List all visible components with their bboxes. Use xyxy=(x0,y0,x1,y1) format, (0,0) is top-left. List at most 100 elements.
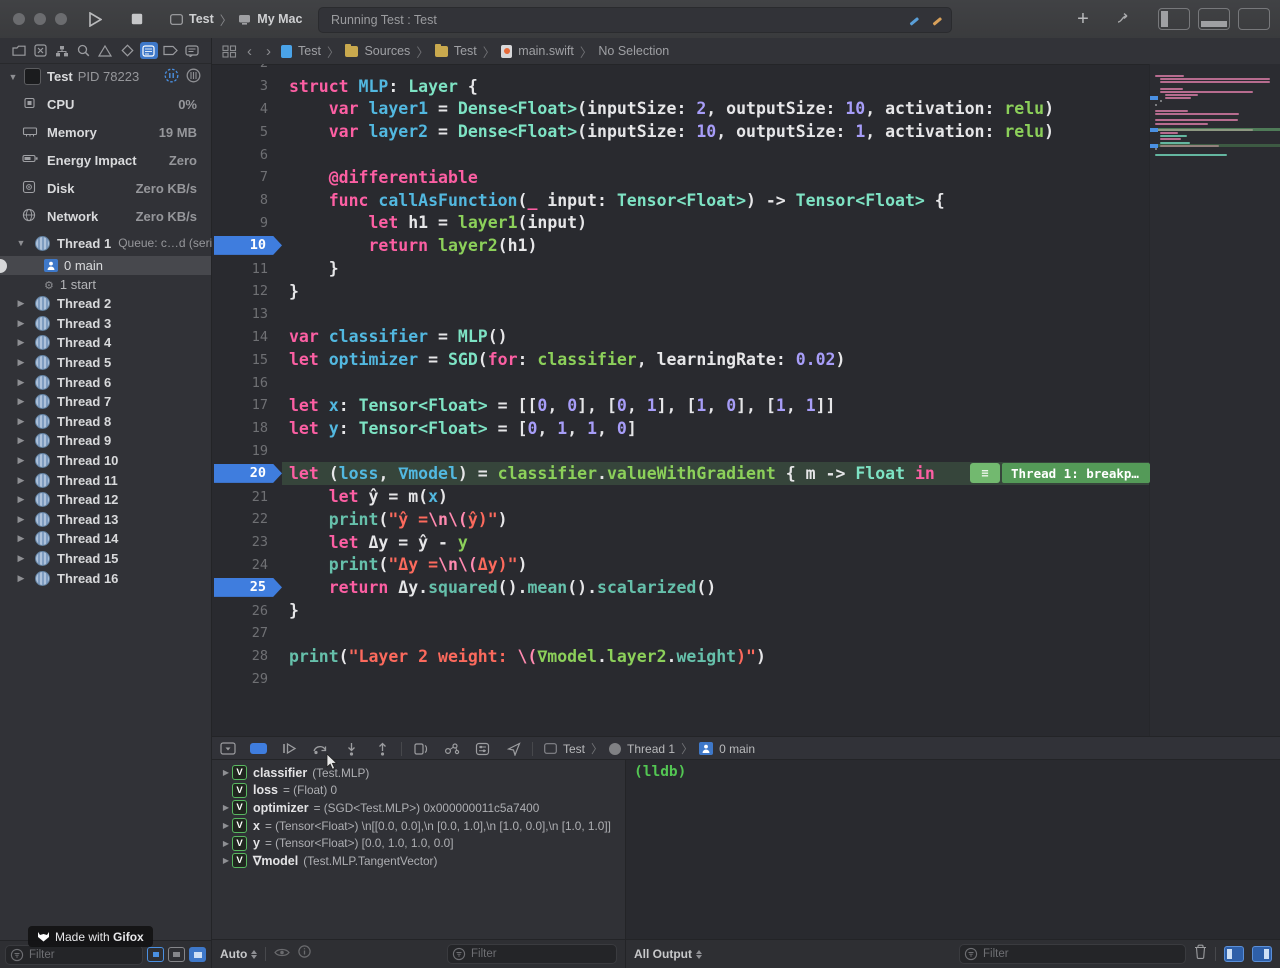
thread-row-12[interactable]: ▶Thread 12 xyxy=(0,490,211,510)
disclosure-closed-icon[interactable]: ▶ xyxy=(14,416,28,427)
editor-mode-icon[interactable] xyxy=(1108,6,1142,32)
line-number[interactable]: 6 xyxy=(212,147,268,163)
disclosure-closed-icon[interactable]: ▶ xyxy=(14,533,28,544)
line-number[interactable]: 18 xyxy=(212,420,268,436)
memory-graph-icon[interactable] xyxy=(436,742,467,755)
info-icon[interactable] xyxy=(298,945,311,963)
simulate-location-icon[interactable] xyxy=(498,742,529,756)
disclosure-open-icon[interactable]: ▼ xyxy=(14,238,28,248)
view-debugger-icon[interactable] xyxy=(405,742,436,756)
thread-row-4[interactable]: ▶Thread 4 xyxy=(0,333,211,353)
line-number[interactable]: 3 xyxy=(212,78,268,94)
disclosure-closed-icon[interactable]: ▶ xyxy=(14,455,28,466)
line-number[interactable]: 7 xyxy=(212,169,268,185)
line-number[interactable]: 28 xyxy=(212,648,268,664)
toggle-navigator-icon[interactable] xyxy=(1158,6,1190,32)
close-window-icon[interactable] xyxy=(13,13,25,25)
thread-row-11[interactable]: ▶Thread 11 xyxy=(0,470,211,490)
breadcrumb-group-sources[interactable]: Sources xyxy=(364,44,410,58)
line-number[interactable]: 21 xyxy=(212,489,268,505)
breadcrumb-selection[interactable]: No Selection xyxy=(598,44,669,58)
variables-filter-input[interactable] xyxy=(469,947,616,961)
console-scope-selector[interactable]: All Output xyxy=(634,947,702,961)
breakpoint-navigator-icon[interactable] xyxy=(161,42,179,59)
code-line-6[interactable]: 6 xyxy=(212,143,1150,166)
breakpoint-badge[interactable]: 25 xyxy=(214,578,282,597)
thread-row-14[interactable]: ▶Thread 14 xyxy=(0,529,211,549)
crumb-thread[interactable]: Thread 1 xyxy=(627,742,675,756)
disclosure-closed-icon[interactable]: ▶ xyxy=(14,573,28,584)
code-line-24[interactable]: 24 print("Δy =\n\(Δy)") xyxy=(212,554,1150,577)
code-line-27[interactable]: 27 xyxy=(212,622,1150,645)
line-number[interactable]: 12 xyxy=(212,283,268,299)
thread-row-8[interactable]: ▶Thread 8 xyxy=(0,412,211,432)
disclosure-closed-icon[interactable]: ▶ xyxy=(220,803,232,812)
thread1-row[interactable]: ▼ Thread 1 Queue: c…d (serial) xyxy=(0,230,211,256)
thread-row-10[interactable]: ▶Thread 10 xyxy=(0,451,211,471)
environment-overrides-icon[interactable] xyxy=(467,742,498,756)
code-area[interactable]: 23struct MLP: Layer {4 var layer1 = Dens… xyxy=(212,64,1150,736)
line-number[interactable]: 24 xyxy=(212,557,268,573)
line-number[interactable]: 22 xyxy=(212,511,268,527)
disclosure-closed-icon[interactable]: ▶ xyxy=(220,821,232,830)
disclosure-closed-icon[interactable]: ▶ xyxy=(220,768,232,777)
thread-row-3[interactable]: ▶Thread 3 xyxy=(0,314,211,334)
run-button[interactable] xyxy=(80,6,110,32)
variable-row-∇model[interactable]: ▶V∇model(Test.MLP.TangentVector) xyxy=(212,852,625,870)
step-into-icon[interactable] xyxy=(336,742,367,756)
line-number[interactable]: 14 xyxy=(212,329,268,345)
breadcrumb-project[interactable]: Test xyxy=(298,44,321,58)
variables-scope-selector[interactable]: Auto xyxy=(220,947,257,961)
line-number[interactable]: 15 xyxy=(212,352,268,368)
line-number[interactable]: 5 xyxy=(212,124,268,140)
line-number[interactable]: 16 xyxy=(212,375,268,391)
code-line-20[interactable]: 20let (loss, ∇model) = classifier.valueW… xyxy=(212,462,1150,485)
navigator-filter-field[interactable] xyxy=(5,945,143,965)
code-line-5[interactable]: 5 var layer2 = Dense<Float>(inputSize: 1… xyxy=(212,120,1150,143)
gauge-row-disk[interactable]: DiskZero KB/s xyxy=(0,174,211,202)
thread-row-6[interactable]: ▶Thread 6 xyxy=(0,372,211,392)
report-navigator-icon[interactable] xyxy=(183,42,201,59)
disclosure-closed-icon[interactable]: ▶ xyxy=(14,318,28,329)
code-line-3[interactable]: 3struct MLP: Layer { xyxy=(212,75,1150,98)
frame-row-0[interactable]: 0 main xyxy=(0,256,211,275)
warning-pencil-icon[interactable] xyxy=(930,14,943,27)
issue-navigator-icon[interactable] xyxy=(96,42,114,59)
line-number[interactable]: 29 xyxy=(212,671,268,687)
minimize-window-icon[interactable] xyxy=(34,13,46,25)
line-number[interactable]: 8 xyxy=(212,192,268,208)
quicklook-eye-icon[interactable] xyxy=(274,945,290,963)
thread-row-13[interactable]: ▶Thread 13 xyxy=(0,510,211,530)
line-number[interactable]: 13 xyxy=(212,306,268,322)
toggle-console-view-icon[interactable] xyxy=(1252,946,1272,962)
toggle-variables-view-icon[interactable] xyxy=(1224,946,1244,962)
variable-row-y[interactable]: ▶Vy= (Tensor<Float>) [0.0, 1.0, 1.0, 0.0… xyxy=(212,834,625,852)
code-line-16[interactable]: 16 xyxy=(212,371,1150,394)
line-number[interactable]: 9 xyxy=(212,215,268,231)
clear-console-icon[interactable] xyxy=(1194,944,1207,964)
crumb-frame[interactable]: 0 main xyxy=(719,742,755,756)
breakpoint-annotation[interactable]: ≡Thread 1: breakp… xyxy=(970,463,1150,483)
code-line-28[interactable]: 28print("Layer 2 weight: \(∇model.layer2… xyxy=(212,645,1150,668)
disclosure-closed-icon[interactable]: ▶ xyxy=(14,396,28,407)
symbol-navigator-icon[interactable] xyxy=(53,42,71,59)
variable-row-x[interactable]: ▶Vx= (Tensor<Float>) \n[[0.0, 0.0],\n [0… xyxy=(212,817,625,835)
frame-row-1[interactable]: ⚙1 start xyxy=(0,275,211,294)
code-line-2[interactable]: 2 xyxy=(212,64,1150,75)
thread-row-7[interactable]: ▶Thread 7 xyxy=(0,392,211,412)
variable-row-classifier[interactable]: ▶Vclassifier(Test.MLP) xyxy=(212,764,625,782)
thread-row-5[interactable]: ▶Thread 5 xyxy=(0,353,211,373)
thread-row-16[interactable]: ▶Thread 16 xyxy=(0,568,211,588)
issue-pencil-icon[interactable] xyxy=(907,14,920,27)
continue-icon[interactable] xyxy=(274,742,305,755)
show-debugged-only-icon[interactable] xyxy=(147,947,164,962)
code-line-22[interactable]: 22 print("ŷ =\n\(ŷ)") xyxy=(212,508,1150,531)
line-number[interactable]: 11 xyxy=(212,261,268,277)
variable-row-optimizer[interactable]: ▶Voptimizer= (SGD<Test.MLP>) 0x000000011… xyxy=(212,799,625,817)
view-process-icon[interactable] xyxy=(186,68,201,86)
disclosure-closed-icon[interactable]: ▶ xyxy=(14,435,28,446)
code-line-10[interactable]: 10 return layer2(h1) xyxy=(212,234,1150,257)
stop-button[interactable] xyxy=(122,6,152,32)
forward-icon[interactable]: › xyxy=(262,43,275,60)
toggle-inspector-icon[interactable] xyxy=(1238,6,1270,32)
